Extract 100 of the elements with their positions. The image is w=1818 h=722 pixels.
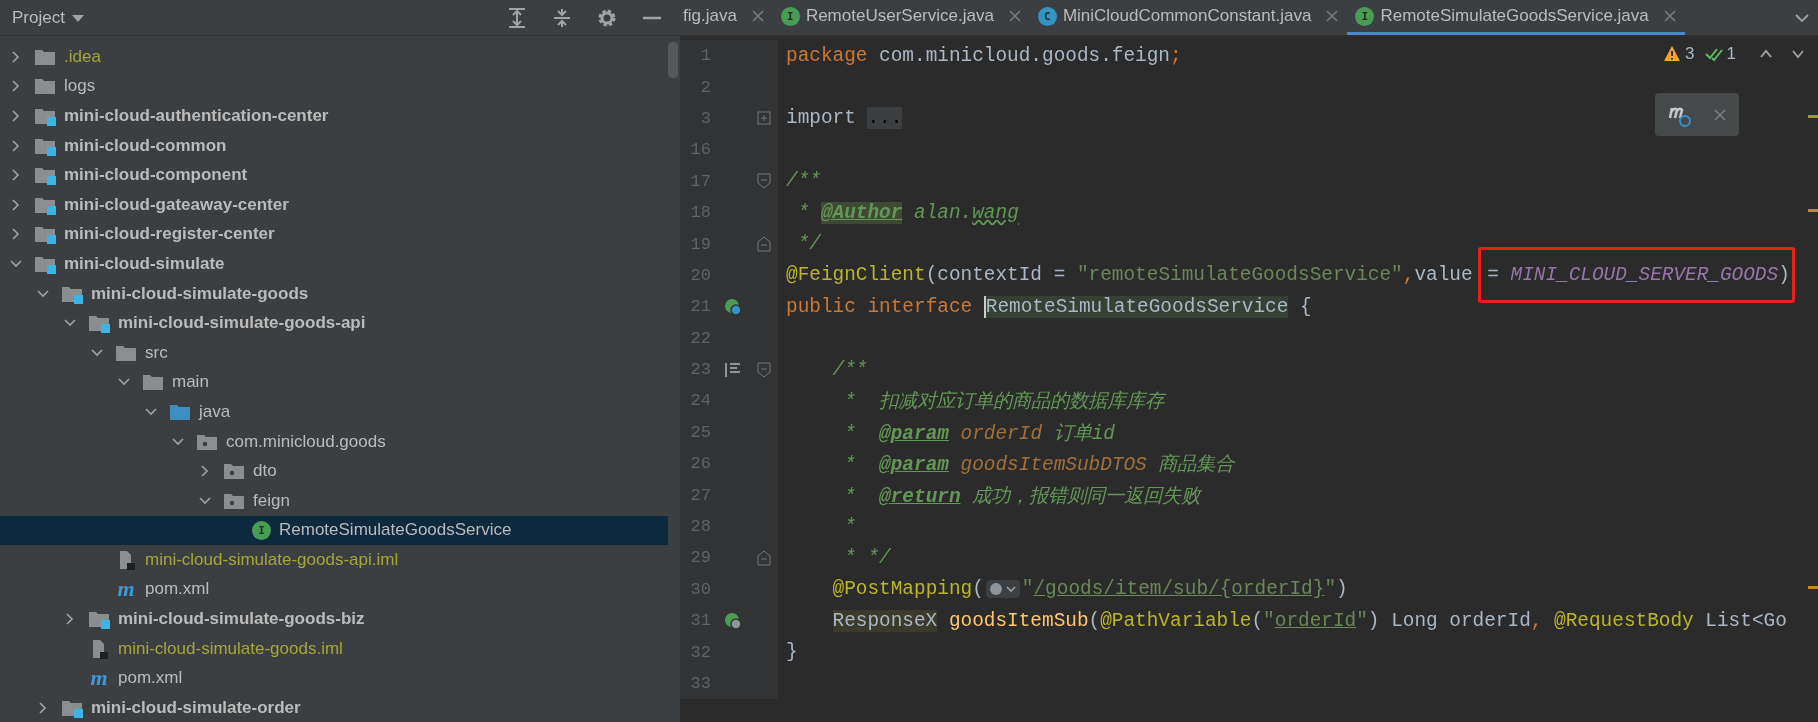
- module-folder-icon: [88, 609, 110, 630]
- editor-tab[interactable]: I RemoteUserService.java: [772, 0, 1030, 35]
- implemented-icon[interactable]: [723, 296, 743, 317]
- folder-icon: [142, 372, 164, 393]
- code-line: package com.minicloud.goods.feign;: [786, 44, 1182, 67]
- code-line: import ...: [786, 107, 903, 130]
- tree-label: logs: [64, 76, 96, 97]
- module-folder-icon: [88, 313, 110, 334]
- tree-label: mini-cloud-simulate-order: [91, 697, 301, 718]
- tree-row[interactable]: java: [0, 397, 668, 427]
- warning-stripe[interactable]: [1808, 585, 1818, 589]
- code-line: @PostMapping(: [831, 578, 984, 601]
- code-line: * */: [843, 546, 891, 569]
- tree-label: com.minicloud.goods: [226, 431, 386, 452]
- tree-label: pom.xml: [118, 668, 183, 689]
- tree-row[interactable]: mini-cloud-register-center: [0, 219, 668, 250]
- tree-label: mini-cloud-simulate-goods-api: [118, 313, 366, 334]
- tree-label: mini-cloud-register-center: [64, 224, 275, 245]
- fold-icon[interactable]: [757, 173, 771, 190]
- fold-icon[interactable]: [757, 236, 771, 253]
- collapse-all-icon[interactable]: [551, 6, 573, 29]
- module-folder-icon: [34, 106, 56, 126]
- close-icon[interactable]: [1325, 9, 1340, 23]
- fold-icon[interactable]: [757, 361, 771, 378]
- warning-stripe[interactable]: [1808, 208, 1818, 212]
- warning-icon[interactable]: [1663, 45, 1682, 63]
- code-line: @FeignClient(contextId = "remoteSimulateGoodsService",value: [786, 264, 1474, 287]
- code-line: * @param goodsItemSubDTOS 商品集合: [843, 453, 1235, 478]
- tree-label: mini-cloud-simulate-goods-biz: [118, 609, 365, 630]
- dropdown-caret-icon[interactable]: [70, 12, 85, 23]
- code-line: ResponseX goodsItemSub(@PathVariable("orderId") Long orderId, @RequestBody List<Go: [832, 609, 1787, 632]
- warning-count[interactable]: 3: [1685, 44, 1695, 64]
- tree-label: mini-cloud-simulate-goods-api.iml: [145, 549, 399, 570]
- tree-row[interactable]: feign: [0, 485, 668, 516]
- code-line: *: [843, 515, 856, 538]
- tree-row[interactable]: mini-cloud-common: [0, 130, 668, 161]
- close-icon[interactable]: [1662, 9, 1677, 23]
- panel-title[interactable]: Project: [12, 7, 65, 28]
- code-line: public interface RemoteSimulateGoodsService {: [786, 295, 1312, 318]
- code-line: */: [796, 233, 821, 256]
- scrollbar[interactable]: [668, 42, 678, 78]
- tree-row[interactable]: I RemoteSimulateGoodsService: [0, 515, 668, 546]
- module-folder-icon: [34, 165, 56, 186]
- interface-icon: I: [252, 520, 271, 540]
- tree-row[interactable]: logs: [0, 71, 668, 102]
- tree-label: mini-cloud-common: [64, 135, 227, 156]
- expand-all-icon[interactable]: [506, 6, 528, 29]
- editor-tab[interactable]: fig.java: [680, 0, 773, 35]
- code-line: /**: [831, 358, 868, 381]
- code-line: "/goods/item/sub/{orderId}"): [1021, 578, 1348, 601]
- expand-fold-icon[interactable]: [757, 110, 771, 127]
- editor-tab[interactable]: C MiniCloudCommonConstant.java: [1029, 0, 1348, 35]
- tree-row[interactable]: mini-cloud-simulate-order: [0, 693, 668, 722]
- tree-row[interactable]: m pom.xml: [0, 574, 668, 605]
- tree-row[interactable]: mini-cloud-simulate-goods: [0, 278, 668, 309]
- code-line: * @param orderId 订单id: [843, 421, 1115, 446]
- tree-label: main: [172, 372, 209, 393]
- tree-label: pom.xml: [145, 579, 210, 600]
- close-icon[interactable]: [1713, 107, 1727, 122]
- close-icon[interactable]: [750, 9, 765, 23]
- highlighted-code: = MINI_CLOUD_SERVER_GOODS): [1478, 247, 1795, 304]
- tree-row[interactable]: mini-cloud-gateaway-center: [0, 189, 668, 220]
- tree-label: mini-cloud-component: [64, 165, 248, 186]
- tree-row[interactable]: main: [0, 367, 668, 398]
- tree-row[interactable]: .idea: [0, 42, 668, 72]
- tree-row[interactable]: mini-cloud-simulate-goods-api: [0, 308, 668, 338]
- tree-row[interactable]: mini-cloud-simulate-goods-api.iml: [0, 545, 668, 575]
- tree-label: mini-cloud-simulate-goods.iml: [118, 638, 343, 659]
- warning-stripe[interactable]: [1808, 114, 1818, 118]
- code-line: * 扣减对应订单的商品的数据库库存: [843, 389, 1165, 415]
- tree-label: mini-cloud-simulate-goods: [91, 283, 309, 304]
- tree-row[interactable]: m pom.xml: [0, 663, 668, 694]
- tree-label: feign: [253, 490, 290, 511]
- tree-label: mini-cloud-simulate: [64, 253, 225, 274]
- folder-icon: [34, 76, 56, 97]
- maven-icon: m: [115, 578, 137, 601]
- tree-row[interactable]: mini-cloud-component: [0, 160, 668, 190]
- tree-label: src: [145, 342, 168, 363]
- close-icon[interactable]: [1007, 9, 1022, 23]
- weak-warning-count[interactable]: 1: [1726, 44, 1736, 64]
- module-folder-icon: [34, 224, 56, 245]
- tree-row[interactable]: src: [0, 337, 668, 368]
- tree-label: mini-cloud-gateaway-center: [64, 194, 289, 215]
- code-line: * @return 成功，报错则同一返回失败: [843, 484, 1201, 509]
- tree-row[interactable]: dto: [0, 456, 668, 486]
- tree-row[interactable]: mini-cloud-simulate: [0, 249, 668, 279]
- tree-label: dto: [253, 461, 277, 482]
- code-line: /**: [786, 170, 821, 193]
- tree-row[interactable]: mini-cloud-simulate-goods-biz: [0, 604, 668, 634]
- tree-row[interactable]: mini-cloud-authentication-center: [0, 101, 668, 131]
- package-folder-icon: [223, 461, 245, 482]
- maven-icon: m: [88, 667, 110, 690]
- tree-row[interactable]: com.minicloud.goods: [0, 426, 668, 457]
- tree-label: java: [199, 401, 231, 422]
- tree-row[interactable]: mini-cloud-simulate-goods.iml: [0, 633, 668, 664]
- fold-icon[interactable]: [757, 549, 771, 566]
- code-line: * @Author alan.wang: [796, 201, 1019, 224]
- code-line: }: [786, 641, 798, 664]
- tree-label: .idea: [64, 46, 101, 67]
- tree-label: mini-cloud-authentication-center: [64, 106, 329, 126]
